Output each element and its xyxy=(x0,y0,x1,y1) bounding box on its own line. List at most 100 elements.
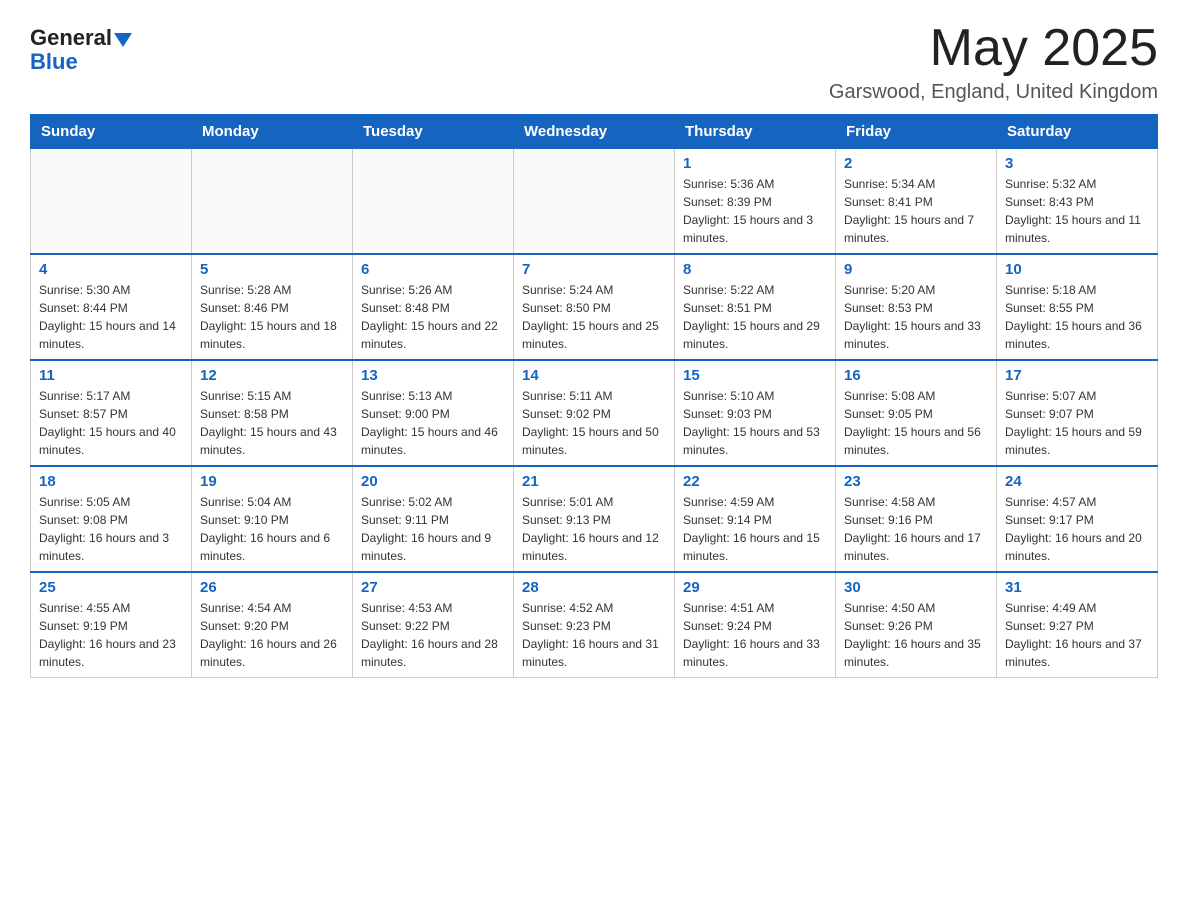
day-info: Sunrise: 4:49 AM Sunset: 9:27 PM Dayligh… xyxy=(1005,599,1149,671)
table-row xyxy=(31,149,192,255)
day-number: 16 xyxy=(844,367,988,384)
day-number: 25 xyxy=(39,579,183,596)
day-number: 19 xyxy=(200,473,344,490)
day-number: 6 xyxy=(361,261,505,278)
table-row: 13 Sunrise: 5:13 AM Sunset: 9:00 PM Dayli… xyxy=(353,360,514,466)
table-row: 15 Sunrise: 5:10 AM Sunset: 9:03 PM Dayli… xyxy=(675,360,836,466)
day-number: 18 xyxy=(39,473,183,490)
table-row: 26Sunrise: 4:54 AM Sunset: 9:20 PM Dayli… xyxy=(192,572,353,678)
day-info: Sunrise: 5:28 AM Sunset: 8:46 PM Dayligh… xyxy=(200,281,344,353)
day-number: 10 xyxy=(1005,261,1149,278)
calendar-week-row: 18 Sunrise: 5:05 AM Sunset: 9:08 PM Dayli… xyxy=(31,466,1158,572)
table-row xyxy=(514,149,675,255)
table-row: 2Sunrise: 5:34 AM Sunset: 8:41 PM Daylig… xyxy=(836,149,997,255)
day-info: Sunrise: 4:50 AM Sunset: 9:26 PM Dayligh… xyxy=(844,599,988,671)
day-number: 1 xyxy=(683,155,827,172)
table-row: 29Sunrise: 4:51 AM Sunset: 9:24 PM Dayli… xyxy=(675,572,836,678)
month-year-title: May 2025 xyxy=(829,20,1158,77)
day-info: Sunrise: 4:59 AM Sunset: 9:14 PM Dayligh… xyxy=(683,493,827,565)
day-number: 31 xyxy=(1005,579,1149,596)
day-info: Sunrise: 5:26 AM Sunset: 8:48 PM Dayligh… xyxy=(361,281,505,353)
day-info: Sunrise: 5:22 AM Sunset: 8:51 PM Dayligh… xyxy=(683,281,827,353)
table-row: 8Sunrise: 5:22 AM Sunset: 8:51 PM Daylig… xyxy=(675,254,836,360)
day-info: Sunrise: 5:05 AM Sunset: 9:08 PM Dayligh… xyxy=(39,493,183,565)
day-info: Sunrise: 5:24 AM Sunset: 8:50 PM Dayligh… xyxy=(522,281,666,353)
day-number: 27 xyxy=(361,579,505,596)
day-info: Sunrise: 5:07 AM Sunset: 9:07 PM Dayligh… xyxy=(1005,387,1149,459)
day-number: 28 xyxy=(522,579,666,596)
col-friday: Friday xyxy=(836,115,997,149)
day-info: Sunrise: 5:17 AM Sunset: 8:57 PM Dayligh… xyxy=(39,387,183,459)
table-row: 10 Sunrise: 5:18 AM Sunset: 8:55 PM Dayli… xyxy=(997,254,1158,360)
day-info: Sunrise: 5:18 AM Sunset: 8:55 PM Dayligh… xyxy=(1005,281,1149,353)
page-header: General Blue May 2025 Garswood, England,… xyxy=(30,20,1158,104)
calendar-table: Sunday Monday Tuesday Wednesday Thursday… xyxy=(30,114,1158,678)
day-info: Sunrise: 4:54 AM Sunset: 9:20 PM Dayligh… xyxy=(200,599,344,671)
calendar-week-row: 25Sunrise: 4:55 AM Sunset: 9:19 PM Dayli… xyxy=(31,572,1158,678)
table-row xyxy=(192,149,353,255)
day-number: 13 xyxy=(361,367,505,384)
day-info: Sunrise: 4:58 AM Sunset: 9:16 PM Dayligh… xyxy=(844,493,988,565)
day-number: 3 xyxy=(1005,155,1149,172)
table-row: 21 Sunrise: 5:01 AM Sunset: 9:13 PM Dayli… xyxy=(514,466,675,572)
day-number: 22 xyxy=(683,473,827,490)
day-number: 24 xyxy=(1005,473,1149,490)
table-row: 31 Sunrise: 4:49 AM Sunset: 9:27 PM Dayli… xyxy=(997,572,1158,678)
day-number: 30 xyxy=(844,579,988,596)
day-number: 29 xyxy=(683,579,827,596)
day-number: 5 xyxy=(200,261,344,278)
logo-triangle-icon xyxy=(114,33,132,47)
day-info: Sunrise: 5:36 AM Sunset: 8:39 PM Dayligh… xyxy=(683,175,827,247)
day-number: 7 xyxy=(522,261,666,278)
day-number: 11 xyxy=(39,367,183,384)
logo: General Blue xyxy=(30,20,132,75)
day-info: Sunrise: 5:01 AM Sunset: 9:13 PM Dayligh… xyxy=(522,493,666,565)
table-row: 22 Sunrise: 4:59 AM Sunset: 9:14 PM Dayli… xyxy=(675,466,836,572)
day-number: 14 xyxy=(522,367,666,384)
table-row: 6 Sunrise: 5:26 AM Sunset: 8:48 PM Daylig… xyxy=(353,254,514,360)
col-wednesday: Wednesday xyxy=(514,115,675,149)
day-info: Sunrise: 5:11 AM Sunset: 9:02 PM Dayligh… xyxy=(522,387,666,459)
table-row: 11 Sunrise: 5:17 AM Sunset: 8:57 PM Dayli… xyxy=(31,360,192,466)
day-info: Sunrise: 4:52 AM Sunset: 9:23 PM Dayligh… xyxy=(522,599,666,671)
logo-general-text: General xyxy=(30,25,112,51)
table-row: 7 Sunrise: 5:24 AM Sunset: 8:50 PM Daylig… xyxy=(514,254,675,360)
table-row: 1 Sunrise: 5:36 AM Sunset: 8:39 PM Daylig… xyxy=(675,149,836,255)
table-row: 27 Sunrise: 4:53 AM Sunset: 9:22 PM Dayli… xyxy=(353,572,514,678)
calendar-week-row: 4Sunrise: 5:30 AM Sunset: 8:44 PM Daylig… xyxy=(31,254,1158,360)
day-number: 15 xyxy=(683,367,827,384)
col-tuesday: Tuesday xyxy=(353,115,514,149)
day-info: Sunrise: 5:15 AM Sunset: 8:58 PM Dayligh… xyxy=(200,387,344,459)
table-row xyxy=(353,149,514,255)
day-info: Sunrise: 5:04 AM Sunset: 9:10 PM Dayligh… xyxy=(200,493,344,565)
table-row: 4Sunrise: 5:30 AM Sunset: 8:44 PM Daylig… xyxy=(31,254,192,360)
day-number: 4 xyxy=(39,261,183,278)
table-row: 9Sunrise: 5:20 AM Sunset: 8:53 PM Daylig… xyxy=(836,254,997,360)
day-info: Sunrise: 4:57 AM Sunset: 9:17 PM Dayligh… xyxy=(1005,493,1149,565)
col-thursday: Thursday xyxy=(675,115,836,149)
col-saturday: Saturday xyxy=(997,115,1158,149)
location-subtitle: Garswood, England, United Kingdom xyxy=(829,81,1158,104)
day-number: 12 xyxy=(200,367,344,384)
day-number: 17 xyxy=(1005,367,1149,384)
day-info: Sunrise: 5:02 AM Sunset: 9:11 PM Dayligh… xyxy=(361,493,505,565)
table-row: 17 Sunrise: 5:07 AM Sunset: 9:07 PM Dayli… xyxy=(997,360,1158,466)
logo-blue-text: Blue xyxy=(30,49,78,74)
day-info: Sunrise: 4:53 AM Sunset: 9:22 PM Dayligh… xyxy=(361,599,505,671)
day-number: 20 xyxy=(361,473,505,490)
calendar-header-row: Sunday Monday Tuesday Wednesday Thursday… xyxy=(31,115,1158,149)
day-info: Sunrise: 5:13 AM Sunset: 9:00 PM Dayligh… xyxy=(361,387,505,459)
table-row: 24 Sunrise: 4:57 AM Sunset: 9:17 PM Dayli… xyxy=(997,466,1158,572)
table-row: 18 Sunrise: 5:05 AM Sunset: 9:08 PM Dayli… xyxy=(31,466,192,572)
table-row: 20 Sunrise: 5:02 AM Sunset: 9:11 PM Dayli… xyxy=(353,466,514,572)
table-row: 14 Sunrise: 5:11 AM Sunset: 9:02 PM Dayli… xyxy=(514,360,675,466)
table-row: 19 Sunrise: 5:04 AM Sunset: 9:10 PM Dayli… xyxy=(192,466,353,572)
table-row: 12 Sunrise: 5:15 AM Sunset: 8:58 PM Dayli… xyxy=(192,360,353,466)
day-number: 21 xyxy=(522,473,666,490)
day-number: 2 xyxy=(844,155,988,172)
day-info: Sunrise: 5:10 AM Sunset: 9:03 PM Dayligh… xyxy=(683,387,827,459)
table-row: 28 Sunrise: 4:52 AM Sunset: 9:23 PM Dayli… xyxy=(514,572,675,678)
col-monday: Monday xyxy=(192,115,353,149)
day-number: 23 xyxy=(844,473,988,490)
col-sunday: Sunday xyxy=(31,115,192,149)
